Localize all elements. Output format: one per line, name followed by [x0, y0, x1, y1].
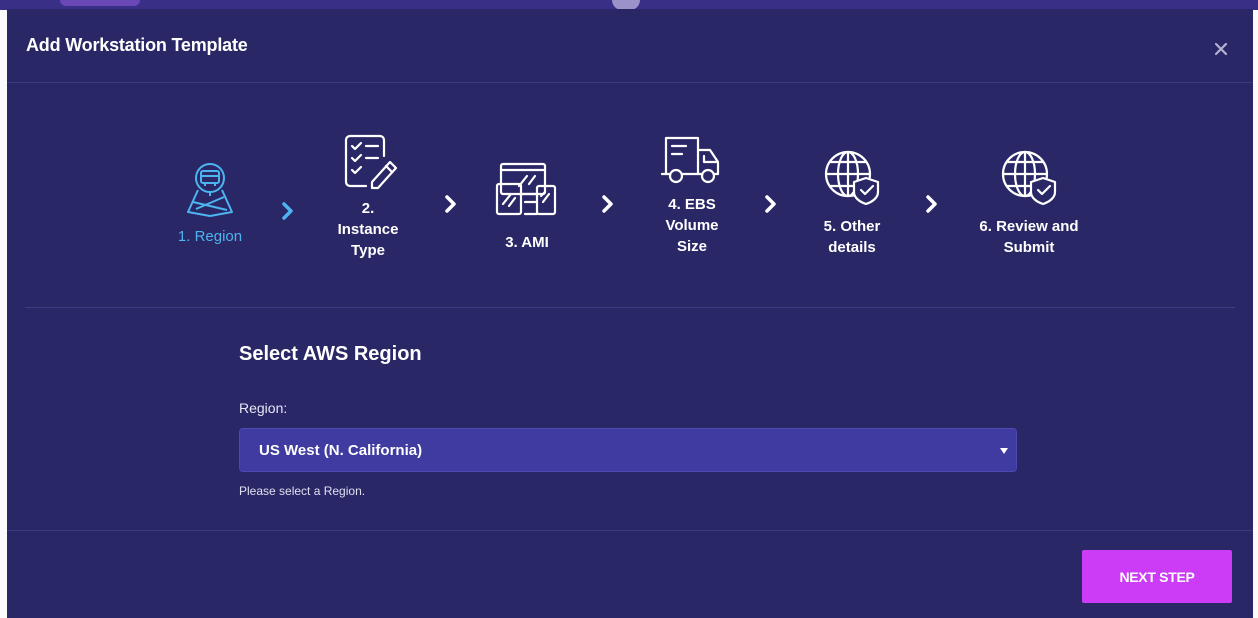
globe-shield-icon [824, 150, 880, 206]
step-label: 2. Instance Type [337, 200, 399, 259]
step-label: 1. Region [177, 228, 243, 245]
backdrop-glow [60, 0, 140, 6]
region-select[interactable]: US West (N. California) [239, 428, 1017, 472]
map-bus-icon [187, 163, 233, 217]
region-help-text: Please select a Region. [239, 484, 366, 498]
chevron-right-icon [765, 195, 776, 213]
section-title: Select AWS Region [239, 343, 422, 365]
chevron-right-icon [602, 195, 613, 213]
divider [25, 307, 1235, 308]
step-instance-type[interactable]: 2. Instance Type [313, 132, 423, 261]
step-ami[interactable]: 3. AMI [477, 160, 577, 253]
step-label: 4. EBS Volume Size [665, 196, 719, 255]
step-review-and-submit[interactable]: 6. Review and Submit [959, 148, 1099, 258]
checklist-pencil-icon [344, 134, 398, 190]
step-region[interactable]: 1. Region [155, 162, 265, 247]
dialog-title: Add Workstation Template [26, 35, 248, 55]
chevron-right-icon [445, 195, 456, 213]
step-ebs-volume-size[interactable]: 4. EBS Volume Size [637, 134, 747, 257]
step-label: 6. Review and Submit [979, 218, 1079, 256]
step-label: 5. Other details [823, 218, 881, 256]
footer-divider [7, 530, 1253, 531]
add-workstation-template-dialog: Add Workstation Template 1. Region 2. In… [7, 9, 1253, 618]
truck-icon [660, 136, 720, 184]
globe-shield-check-icon [1001, 150, 1057, 206]
region-field-label: Region: [239, 400, 288, 416]
step-other-details[interactable]: 5. Other details [797, 148, 907, 258]
dialog-header: Add Workstation Template [7, 9, 1253, 83]
wizard-stepper: 1. Region 2. Instance Type 3. AMI 4. EBS… [7, 82, 1253, 308]
close-icon [1214, 42, 1228, 56]
next-step-button[interactable]: NEXT STEP [1082, 550, 1232, 603]
chevron-right-icon [282, 202, 293, 220]
step-label: 3. AMI [505, 234, 549, 251]
region-select-value: US West (N. California) [259, 442, 423, 459]
close-button[interactable] [1213, 41, 1229, 57]
devices-icon [495, 162, 557, 216]
chevron-right-icon [926, 195, 937, 213]
caret-down-icon [1000, 448, 1008, 454]
